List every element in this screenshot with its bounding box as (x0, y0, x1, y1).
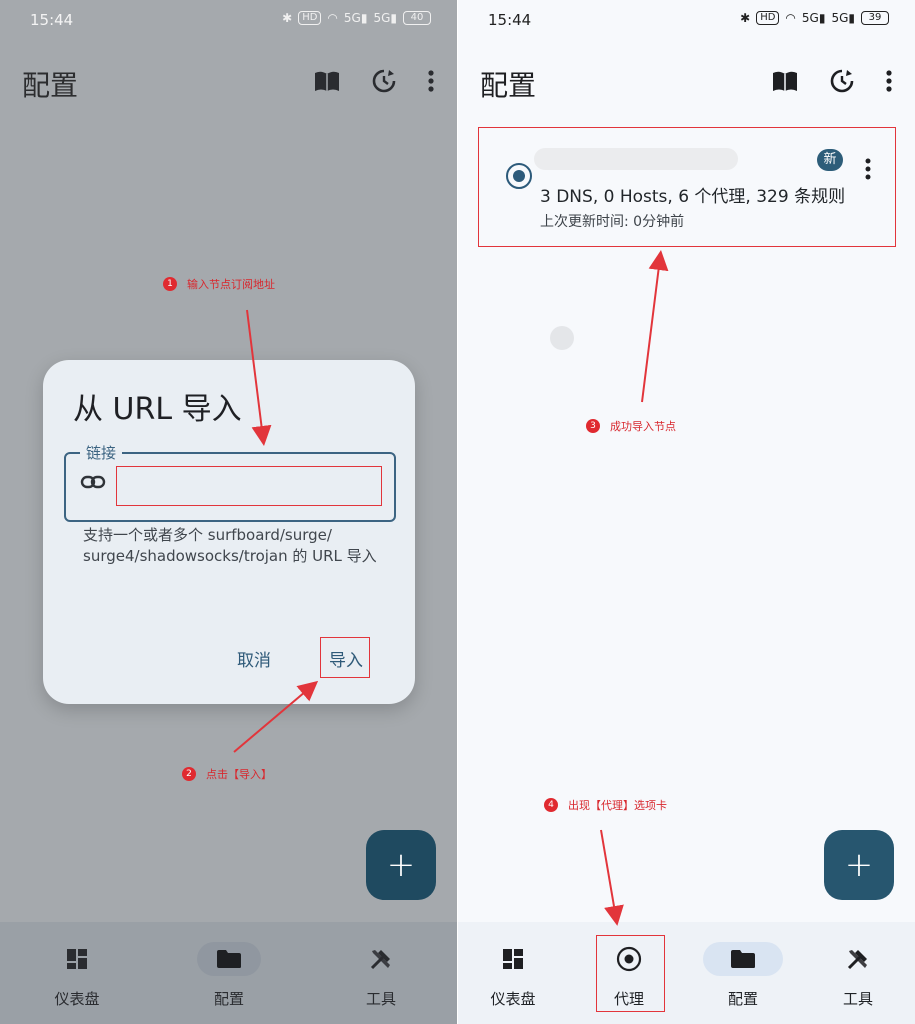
nav-label: 代理 (613, 990, 644, 1008)
nav-item-proxy[interactable]: 代理 (574, 922, 684, 1024)
folder-icon (197, 942, 261, 976)
status-icons: ✱ HD ◠ 5G▮ 5G▮ 40 (282, 11, 431, 25)
annotation-2: 2 点击【导入】 (182, 766, 272, 782)
more-vert-icon[interactable] (864, 158, 872, 180)
history-icon[interactable] (829, 68, 855, 94)
book-icon[interactable] (771, 69, 799, 93)
page-title: 配置 (480, 69, 537, 102)
battery-icon: 39 (861, 11, 889, 25)
folder-icon (703, 942, 783, 976)
nav-label: 工具 (842, 990, 873, 1008)
annotation-4: 4 出现【代理】选项卡 (544, 797, 667, 813)
new-badge: 新 (817, 149, 843, 171)
dialog-title: 从 URL 导入 (73, 392, 242, 427)
nav-item-tools[interactable]: 工具 (326, 922, 436, 1024)
url-input[interactable] (118, 466, 384, 504)
nav-label: 工具 (365, 990, 396, 1008)
nav-item-config[interactable]: 配置 (688, 922, 798, 1024)
right-phone-screen: 15:44 ✱ HD ◠ 5G▮ 5G▮ 39 配置 新 3 DNS, 0 Ho… (458, 0, 915, 1024)
link-icon (80, 475, 106, 489)
status-bar: 15:44 ✱ HD ◠ 5G▮ 5G▮ 39 (458, 0, 915, 40)
nav-label: 仪表盘 (54, 990, 100, 1008)
appbar-actions (771, 68, 893, 94)
appbar-actions (313, 68, 435, 94)
annotation-1: 1 输入节点订阅地址 (163, 276, 275, 292)
bluetooth-icon: ✱ (282, 11, 293, 25)
signal-icon: 5G▮ (831, 11, 855, 25)
nav-item-dashboard[interactable]: 仪表盘 (22, 922, 132, 1024)
profile-radio[interactable] (506, 163, 532, 189)
profile-updated-time: 上次更新时间: 0分钟前 (540, 214, 685, 230)
nav-label: 仪表盘 (490, 990, 536, 1008)
status-time: 15:44 (30, 11, 74, 29)
dashboard-icon (45, 942, 109, 976)
helper-text: 支持一个或者多个 surfboard/surge/ surge4/shadows… (83, 526, 377, 565)
profile-name-redacted (534, 148, 738, 170)
signal-icon: 5G▮ (801, 11, 826, 25)
profile-card[interactable]: 新 3 DNS, 0 Hosts, 6 个代理, 329 条规则 上次更新时间:… (478, 126, 895, 246)
signal-icon: 5G▮ (373, 11, 397, 25)
bottom-navigation: 仪表盘 代理 配置 工具 (458, 922, 915, 1024)
add-fab-button[interactable]: + (824, 830, 894, 900)
bottom-navigation: 仪表盘 配置 工具 (0, 922, 457, 1024)
annotation-3: 3 成功导入节点 (586, 418, 676, 434)
touch-indicator (550, 326, 574, 350)
battery-icon: 40 (403, 11, 431, 25)
url-field-label: 链接 (80, 442, 123, 463)
status-time: 15:44 (488, 11, 532, 29)
nav-item-dashboard[interactable]: 仪表盘 (458, 922, 568, 1024)
signal-icon: 5G▮ (343, 11, 368, 25)
tools-icon (826, 942, 890, 976)
bluetooth-icon: ✱ (740, 11, 751, 25)
hd-badge: HD (298, 11, 322, 25)
add-fab-button[interactable]: + (366, 830, 436, 900)
book-icon[interactable] (313, 69, 341, 93)
profile-stats: 3 DNS, 0 Hosts, 6 个代理, 329 条规则 (540, 187, 846, 207)
nav-label: 配置 (727, 990, 758, 1008)
dashboard-icon (481, 942, 545, 976)
proxy-icon (597, 942, 661, 976)
left-phone-screen: 15:44 ✱ HD ◠ 5G▮ 5G▮ 40 配置 从 URL 导入 链接 支… (0, 0, 457, 1024)
nav-label: 配置 (213, 990, 244, 1008)
import-url-dialog: 从 URL 导入 链接 支持一个或者多个 surfboard/surge/ su… (43, 360, 415, 704)
wifi-icon: ◠ (785, 11, 796, 25)
more-vert-icon[interactable] (885, 69, 893, 93)
history-icon[interactable] (371, 68, 397, 94)
nav-item-config[interactable]: 配置 (174, 922, 284, 1024)
import-button[interactable]: 导入 (323, 645, 369, 672)
hd-badge: HD (756, 11, 780, 25)
status-icons: ✱ HD ◠ 5G▮ 5G▮ 39 (740, 11, 889, 25)
nav-item-tools[interactable]: 工具 (803, 922, 913, 1024)
cancel-button[interactable]: 取消 (231, 645, 277, 672)
wifi-icon: ◠ (327, 11, 338, 25)
more-vert-icon[interactable] (427, 69, 435, 93)
page-title: 配置 (22, 69, 79, 102)
url-field: 链接 (64, 442, 396, 522)
status-bar: 15:44 ✱ HD ◠ 5G▮ 5G▮ 40 (0, 0, 457, 40)
tools-icon (349, 942, 413, 976)
